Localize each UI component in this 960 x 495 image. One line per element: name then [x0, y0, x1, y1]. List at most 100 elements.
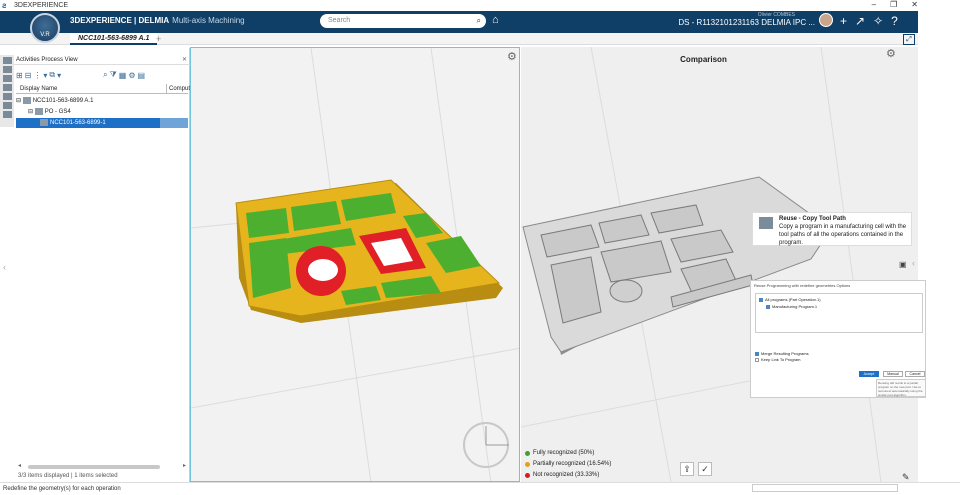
scroll-thumb[interactable]	[28, 465, 160, 469]
cancel-button[interactable]: Cancel	[905, 371, 925, 377]
left-toolbar	[0, 55, 14, 127]
tool-icon[interactable]	[2, 84, 12, 91]
identity[interactable]: Olivier COMBES DS - R1132101231163 DELMI…	[670, 12, 815, 27]
checkbox-icon[interactable]	[759, 297, 763, 302]
activities-panel: Activities Process View ✕ ⊞ ⊟ ⋮ ▾ ⧉ ▾ ⌕ …	[14, 48, 193, 482]
part-3d-view[interactable]	[191, 48, 520, 482]
viewport-comparison[interactable]: Comparison ⚙	[521, 47, 918, 482]
checkbox-label: Manufacturing Program.1	[772, 304, 818, 309]
new-tab-button[interactable]: +	[156, 33, 161, 45]
chevron-down-icon[interactable]: ▾	[57, 71, 61, 80]
tool-icon[interactable]	[2, 66, 12, 73]
search-placeholder: Search	[328, 17, 351, 24]
checkbox-label: All programs (Part Operation.1)	[765, 297, 821, 302]
legend-partially: Partially recognized (16.54%)	[525, 459, 611, 470]
checkbox-merge[interactable]: Merge Resulting Programs	[755, 351, 809, 356]
pen-icon[interactable]: ✎	[902, 472, 910, 483]
search-tree-icon[interactable]: ⌕	[103, 70, 107, 80]
viewport-part[interactable]: ⚙	[190, 47, 520, 482]
tab-document[interactable]: NCC101-563-6899 A.1	[70, 33, 158, 45]
panel-header: Activities Process View ✕	[14, 56, 190, 65]
collapse-icon[interactable]: ⊟	[28, 109, 33, 115]
scroll-left-icon[interactable]: ◂	[18, 462, 21, 469]
tree-icon[interactable]: ⊞	[16, 71, 23, 80]
settings-icon[interactable]: ⚙	[128, 71, 135, 80]
checkbox-icon[interactable]	[755, 351, 759, 356]
tools-icon[interactable]: ✧	[873, 14, 883, 28]
add-icon[interactable]: +	[840, 14, 847, 28]
command-input[interactable]	[752, 484, 898, 492]
bore-hole	[308, 259, 338, 281]
tooltip-title: Reuse - Copy Tool Path	[779, 216, 846, 222]
expand-icon[interactable]: ⊟	[25, 71, 32, 80]
accept-button[interactable]: Accept Link	[859, 371, 879, 381]
legend-dot-fully	[525, 451, 530, 456]
legend-label: Partially recognized (16.54%)	[533, 461, 612, 467]
copy-toolpath-icon	[759, 217, 773, 229]
minimize-icon[interactable]: –	[872, 0, 876, 9]
checkbox-icon[interactable]	[755, 357, 759, 362]
collab-space[interactable]: DS - R1132101231163 DELMIA IPC ...	[670, 18, 815, 27]
checkbox-keep-link[interactable]: Keep Link To Program	[755, 357, 801, 362]
tool-icon[interactable]	[2, 111, 12, 118]
program-icon	[34, 107, 43, 115]
ds-logo-icon: ƨ	[2, 1, 7, 10]
manual-button[interactable]: Manual	[883, 371, 903, 377]
col-display-name[interactable]: Display Name	[16, 86, 57, 92]
grid-icon[interactable]: ▦	[119, 71, 127, 80]
apply-icon[interactable]: ✓	[698, 462, 712, 476]
top-bar: 3DEXPERIENCE | DELMIA Multi-axis Machinin…	[0, 11, 918, 33]
panel-title: Activities Process View	[16, 57, 78, 63]
tooltip-body: Copy a program in a manufacturing cell w…	[779, 224, 907, 246]
comparison-3d-view[interactable]	[521, 47, 918, 482]
layout-icon[interactable]: ⧉	[49, 70, 55, 80]
window-title: 3DEXPERIENCE	[14, 2, 69, 9]
restore-icon[interactable]: ❐	[890, 0, 897, 9]
panel-status: 3/3 items displayed | 1 items selected	[18, 473, 118, 479]
tree-item-root[interactable]: ⊟ NCC101-563-6899 A.1	[16, 96, 93, 106]
funnel-icon[interactable]: ⧩	[110, 70, 117, 80]
maximize-icon[interactable]: ⤢	[903, 34, 915, 45]
dropdown-icon[interactable]: ▾	[43, 71, 47, 80]
panel-close-icon[interactable]: ✕	[182, 56, 187, 65]
search-icon[interactable]: ⌕	[477, 14, 481, 28]
side-collapse-icon[interactable]: ‹	[912, 258, 915, 268]
compare-bore	[609, 279, 643, 303]
compass[interactable]: V.R	[30, 13, 60, 43]
viewport-settings-icon[interactable]: ⚙	[507, 50, 517, 63]
brand-app: Multi-axis Machining	[172, 16, 245, 25]
tool-icon[interactable]	[2, 75, 12, 82]
checkbox-manufacturing-program[interactable]: Manufacturing Program.1	[766, 304, 817, 309]
legend-fully: Fully recognized (50%)	[525, 448, 611, 459]
tag-icon[interactable]: ⌂	[492, 14, 499, 26]
share-icon[interactable]: ↗	[855, 14, 865, 28]
top-icons: + ↗ ✧ ?	[840, 14, 898, 28]
reuse-options-dialog: Reuse Programming with redefine geometri…	[750, 280, 926, 398]
compass-label: V.R	[40, 32, 50, 38]
avatar[interactable]	[819, 13, 833, 27]
tree-item-selected[interactable]: NCC101-563-6899-1	[16, 118, 160, 128]
checkbox-icon[interactable]	[766, 304, 770, 309]
tool-icon[interactable]	[2, 102, 12, 109]
tree-item-po[interactable]: ⊟ PO - GS4	[28, 107, 71, 117]
help-icon[interactable]: ?	[891, 14, 898, 28]
table-icon[interactable]: ▤	[138, 71, 146, 80]
collapse-icon[interactable]: ⊟	[16, 98, 21, 104]
brand: 3DEXPERIENCE | DELMIA Multi-axis Machinin…	[70, 16, 245, 25]
export-icon[interactable]: ⇪	[680, 462, 694, 476]
filter-icon[interactable]: ⋮	[33, 71, 41, 80]
panel-toggle-icon[interactable]: ▣	[899, 260, 907, 269]
viewport2-settings-icon[interactable]: ⚙	[886, 47, 896, 60]
title-bar: ƨ 3DEXPERIENCE – ❐ ✕	[0, 0, 960, 11]
command-tooltip: Reuse - Copy Tool Path Copy a program in…	[752, 212, 912, 246]
operation-icon	[40, 118, 48, 126]
panel-collapse-icon[interactable]: ‹	[3, 262, 6, 272]
search-input[interactable]: Search ⌕	[320, 14, 486, 28]
compute-cell[interactable]	[160, 118, 188, 128]
scroll-right-icon[interactable]: ▸	[183, 462, 186, 469]
tool-icon[interactable]	[2, 57, 12, 64]
horizontal-scrollbar[interactable]: ◂ ▸	[18, 462, 186, 470]
tool-icon[interactable]	[2, 93, 12, 100]
checkbox-all-programs[interactable]: All programs (Part Operation.1)	[759, 297, 821, 302]
close-icon[interactable]: ✕	[911, 0, 918, 9]
